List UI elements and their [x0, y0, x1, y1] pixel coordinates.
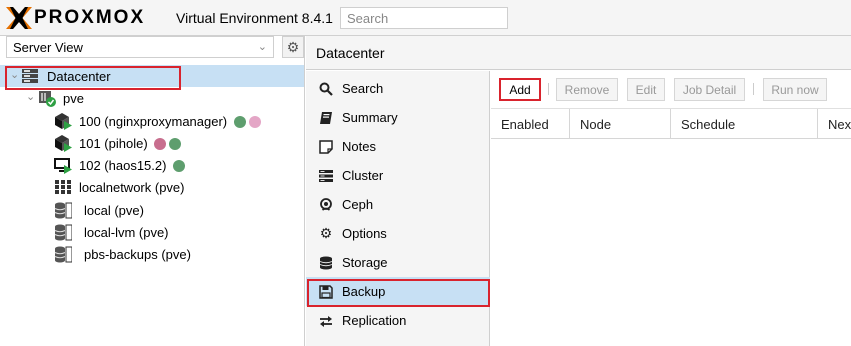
- tree-label-localnetwork: localnetwork (pve): [79, 179, 185, 195]
- nav-item-notes[interactable]: Notes: [306, 132, 490, 161]
- tree-label-text: 100 (nginxproxymanager): [79, 113, 228, 129]
- backup-toolbar: Add Remove Edit Job Detail Run now: [491, 71, 851, 109]
- tag-dot: [248, 116, 261, 129]
- tag-dot: [154, 138, 167, 151]
- nav-label: Search: [342, 81, 384, 96]
- tree-item-vm-102[interactable]: 102 (haos15.2): [0, 154, 304, 176]
- proxmox-x-icon: [6, 7, 32, 29]
- gear-icon: ⚙: [286, 38, 300, 55]
- view-select-value: Server View: [13, 40, 83, 55]
- backup-highlight: [307, 279, 490, 307]
- tag-dot: [233, 116, 246, 129]
- tree-label-text: 101 (pihole): [79, 135, 148, 151]
- tag-dot: [173, 160, 186, 173]
- remove-button[interactable]: Remove: [556, 78, 618, 101]
- book-icon: [318, 110, 334, 126]
- page-title: Datacenter: [306, 36, 851, 70]
- ct-running-icon: [55, 113, 72, 130]
- content-panel: Datacenter Search Summary Notes Cluster: [306, 36, 851, 346]
- replication-icon: [318, 313, 334, 329]
- tree-item-storage-local[interactable]: local (pve): [0, 199, 304, 221]
- nav-item-cluster[interactable]: Cluster: [306, 161, 490, 190]
- column-header-enabled[interactable]: Enabled: [491, 109, 570, 139]
- version-label: Virtual Environment 8.4.1: [176, 10, 333, 26]
- storage-icon: [54, 202, 72, 219]
- nav-label: Summary: [342, 110, 398, 125]
- edit-button[interactable]: Edit: [627, 78, 665, 101]
- logo-text: PROXMOX: [34, 7, 146, 28]
- sdn-icon: [55, 180, 71, 194]
- search-icon: [318, 81, 334, 97]
- nav-label: Cluster: [342, 168, 384, 183]
- nav-label: Ceph: [342, 197, 374, 212]
- proxmox-logo[interactable]: PROXMOX: [6, 7, 145, 29]
- tree-label-pbs-backups: pbs-backups (pve): [84, 246, 191, 262]
- run-now-button[interactable]: Run now: [763, 78, 827, 101]
- column-header-node[interactable]: Node: [570, 109, 671, 139]
- tree-label-text: 102 (haos15.2): [79, 157, 167, 173]
- chevron-down-icon: ⌄: [26, 91, 36, 103]
- tree-item-storage-local-lvm[interactable]: local-lvm (pve): [0, 221, 304, 243]
- tree-label-pve: pve: [63, 90, 84, 106]
- storage-icon: [54, 246, 72, 263]
- chevron-down-icon: ⌄: [257, 41, 267, 53]
- nav-item-ceph[interactable]: Ceph: [306, 190, 490, 219]
- tree-settings-button[interactable]: ⚙: [282, 36, 304, 58]
- toolbar-separator: [753, 83, 754, 95]
- nav-item-replication[interactable]: Replication: [306, 306, 490, 335]
- nav-item-options[interactable]: ⚙ Options: [306, 219, 490, 248]
- database-icon: [318, 255, 334, 271]
- column-header-next-run[interactable]: Nex: [818, 109, 851, 139]
- node-icon: [39, 91, 56, 107]
- tree-label-ct-100: 100 (nginxproxymanager): [79, 114, 261, 129]
- vm-running-icon: [54, 158, 72, 174]
- tag-dot: [169, 138, 182, 151]
- ceph-icon: [318, 197, 334, 213]
- tree-item-storage-pbs[interactable]: pbs-backups (pve): [0, 243, 304, 265]
- nav-label: Storage: [342, 255, 388, 270]
- nav-item-search[interactable]: Search: [306, 74, 490, 103]
- storage-icon: [54, 224, 72, 241]
- notes-icon: [318, 139, 334, 155]
- job-detail-button[interactable]: Job Detail: [674, 78, 745, 101]
- tree-item-node-pve[interactable]: ⌄ pve: [0, 87, 304, 109]
- nav-label: Replication: [342, 313, 407, 328]
- tree-item-localnetwork[interactable]: localnetwork (pve): [0, 176, 304, 198]
- nav-item-storage[interactable]: Storage: [306, 248, 490, 277]
- search-input[interactable]: Search: [340, 7, 508, 29]
- tree-item-ct-101[interactable]: 101 (pihole): [0, 132, 304, 154]
- toolbar-separator: [548, 83, 549, 95]
- nav-label: Notes: [342, 139, 376, 154]
- nav-item-summary[interactable]: Summary: [306, 103, 490, 132]
- add-button[interactable]: Add: [499, 78, 541, 101]
- tree-label-local: local (pve): [84, 202, 144, 218]
- tree-item-ct-100[interactable]: 100 (nginxproxymanager): [0, 110, 304, 132]
- tree-label-vm-102: 102 (haos15.2): [79, 157, 186, 173]
- tree-label-ct-101: 101 (pihole): [79, 135, 182, 151]
- nav-label: Options: [342, 226, 387, 241]
- ct-running-icon: [55, 135, 72, 152]
- backup-jobs-table-header: Enabled Node Schedule Nex: [491, 109, 851, 139]
- backup-jobs-panel: Add Remove Edit Job Detail Run now Enabl…: [491, 71, 851, 346]
- tree-label-local-lvm: local-lvm (pve): [84, 224, 169, 240]
- gear-icon: ⚙: [319, 225, 333, 241]
- server-icon: [318, 168, 334, 184]
- view-select[interactable]: Server View ⌄: [6, 36, 274, 58]
- top-bar: PROXMOX Virtual Environment 8.4.1 Search: [0, 0, 851, 36]
- resource-tree-panel: Server View ⌄ ⚙ ⌄ Datacenter ⌄ pve 100 (…: [0, 36, 305, 346]
- column-header-schedule[interactable]: Schedule: [671, 109, 818, 139]
